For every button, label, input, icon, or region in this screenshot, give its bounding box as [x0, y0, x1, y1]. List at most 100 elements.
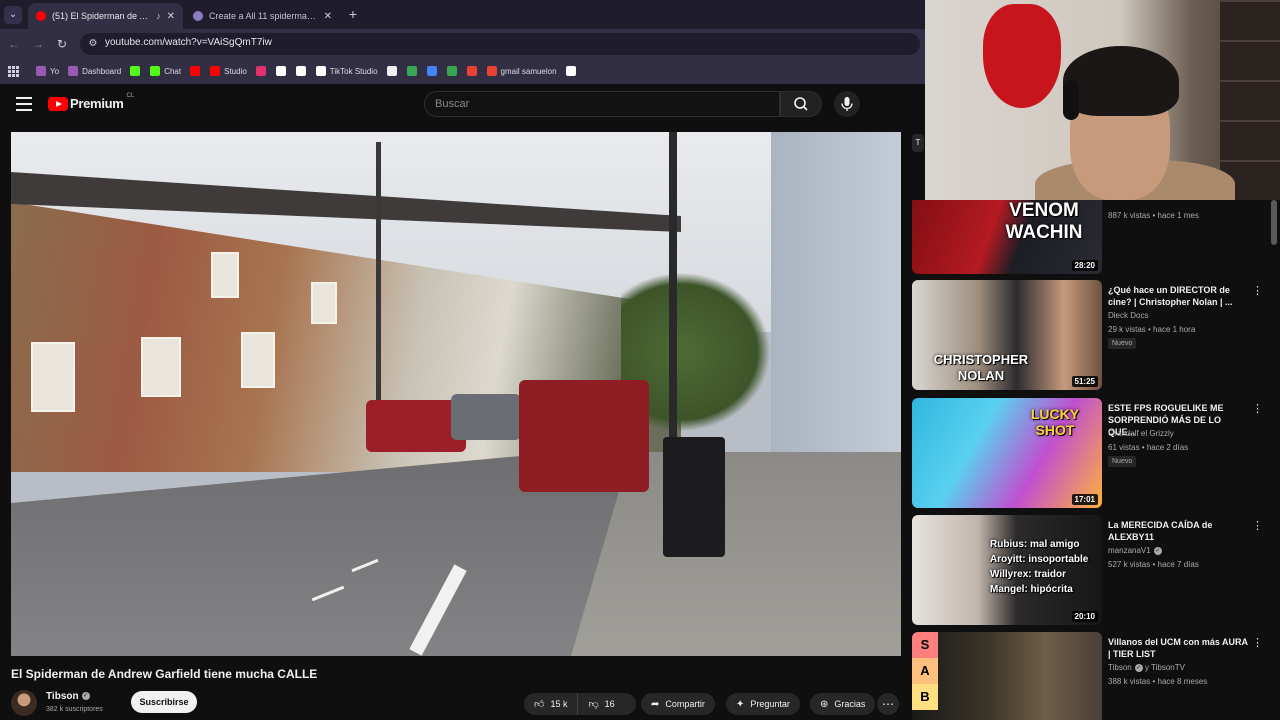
- menu-icon[interactable]: [16, 97, 32, 111]
- bookmark-item[interactable]: [295, 66, 310, 76]
- video-thumbnail[interactable]: S A B: [912, 632, 1102, 720]
- bookmark-item[interactable]: [386, 66, 401, 76]
- bookmark-favicon-icon: [315, 66, 326, 76]
- bookmark-favicon-icon: [406, 66, 417, 76]
- thumbnail-text: LUCKY SHOT: [1030, 406, 1080, 438]
- channel-name[interactable]: manzanaV1 ✓: [1108, 546, 1162, 555]
- bookmark-item[interactable]: [406, 66, 421, 76]
- more-options-icon[interactable]: ⋮: [1252, 519, 1263, 532]
- microphone-icon: [841, 97, 853, 111]
- dislike-button[interactable]: 👎︎ 16: [578, 693, 624, 715]
- thumbs-up-icon: 👍︎: [534, 699, 545, 710]
- video-thumbnail[interactable]: CHRISTOPHER NOLAN 51:25: [912, 280, 1102, 390]
- video-meta: 29 k vistas • hace 1 hora: [1108, 325, 1196, 334]
- avatar[interactable]: [11, 690, 37, 716]
- tab-search-button[interactable]: ⌄: [4, 6, 22, 24]
- sidebar-chip[interactable]: T: [912, 134, 924, 152]
- bookmark-favicon-icon: [446, 66, 457, 76]
- bookmark-item[interactable]: Studio: [210, 66, 247, 76]
- search-button[interactable]: [780, 91, 822, 117]
- thanks-button[interactable]: ⊛ Gracias: [810, 693, 876, 715]
- bookmark-item[interactable]: TikTok Studio: [315, 66, 378, 76]
- thumbs-down-icon: 👎︎: [588, 699, 599, 710]
- video-thumbnail[interactable]: Rubius: mal amigo Aroyitt: insoportable …: [912, 515, 1102, 625]
- browser-tab-bar: ⌄ (51) El Spiderman de Andrew ♪ ✕ Create…: [0, 0, 925, 29]
- more-options-icon[interactable]: ⋮: [1252, 284, 1263, 297]
- bookmark-item[interactable]: [446, 66, 461, 76]
- back-icon[interactable]: ←: [6, 36, 22, 52]
- verified-icon: ✓: [1153, 546, 1162, 555]
- bookmark-favicon-icon: [190, 66, 201, 76]
- webcam-overlay: [925, 0, 1280, 200]
- list-item[interactable]: S A B Villanos del UCM con más AURA | TI…: [912, 632, 1272, 720]
- tier-letter: B: [912, 684, 938, 710]
- video-title[interactable]: ¿Qué hace un DIRECTOR de cine? | Christo…: [1108, 284, 1248, 308]
- video-title[interactable]: La MERECIDA CAÍDA de ALEXBY11: [1108, 519, 1248, 543]
- thanks-icon: ⊛: [820, 698, 829, 710]
- bookmark-item[interactable]: Chat: [150, 66, 181, 76]
- list-item[interactable]: CHRISTOPHER NOLAN 51:25 ¿Qué hace un DIR…: [912, 280, 1272, 392]
- channel-name[interactable]: Tibson ✓ y TibsonTV: [1108, 663, 1185, 672]
- close-tab-icon[interactable]: ✕: [167, 11, 175, 22]
- channel-name[interactable]: Grandalf el Grizzly: [1108, 429, 1174, 438]
- video-title[interactable]: Villanos del UCM con más AURA | TIER LIS…: [1108, 636, 1248, 660]
- channel-name-text: Tibson: [1108, 663, 1132, 672]
- recommendations-sidebar: VENOM WACHIN 28:20 887 k vistas • hace 1…: [908, 200, 1280, 720]
- bookmark-favicon-icon: [150, 66, 161, 76]
- forward-icon[interactable]: →: [30, 36, 46, 52]
- sidebar-scrollbar[interactable]: [1271, 200, 1277, 245]
- video-frame-window: [31, 342, 75, 412]
- bookmark-item[interactable]: [426, 66, 441, 76]
- bookmark-item[interactable]: [275, 66, 290, 76]
- more-options-icon[interactable]: ⋮: [1252, 636, 1263, 649]
- voice-search-button[interactable]: [834, 91, 860, 117]
- bookmark-favicon-icon: [68, 66, 79, 76]
- bookmark-favicon-icon: [295, 66, 306, 76]
- list-item[interactable]: VENOM WACHIN 28:20 887 k vistas • hace 1…: [912, 200, 1272, 276]
- ask-label: Preguntar: [750, 699, 790, 709]
- new-tab-icon[interactable]: +: [345, 6, 361, 22]
- duration-badge: 28:20: [1071, 260, 1098, 271]
- reload-icon[interactable]: ↻: [54, 36, 70, 52]
- bookmark-item[interactable]: [190, 66, 204, 76]
- bookmark-favicon-icon: [466, 66, 477, 76]
- like-button[interactable]: 👍︎ 15 k: [524, 693, 579, 715]
- bookmark-item[interactable]: [466, 66, 481, 76]
- channel-name[interactable]: Dieck Docs: [1108, 311, 1148, 320]
- video-thumbnail[interactable]: VENOM WACHIN 28:20: [912, 200, 1102, 274]
- more-options-icon[interactable]: ⋮: [1252, 402, 1263, 415]
- bookmark-item[interactable]: [255, 66, 270, 76]
- apps-grid-icon[interactable]: [8, 66, 19, 77]
- ask-button[interactable]: ✦ Preguntar: [726, 693, 800, 715]
- search-icon: [794, 97, 808, 111]
- list-item[interactable]: Rubius: mal amigo Aroyitt: insoportable …: [912, 515, 1272, 627]
- dislike-count: 16: [604, 699, 615, 709]
- tab-create[interactable]: Create a All 11 spiderman mov ✕: [185, 3, 340, 29]
- video-player[interactable]: [11, 132, 901, 656]
- subscribe-button[interactable]: Suscribirse: [131, 691, 197, 713]
- bookmark-item[interactable]: [130, 66, 144, 76]
- channel-name[interactable]: Tibson ✓: [46, 691, 90, 702]
- video-thumbnail[interactable]: LUCKY SHOT 17:01: [912, 398, 1102, 508]
- bookmark-item[interactable]: Yo: [36, 66, 59, 76]
- tab-favicon-icon: [193, 11, 203, 21]
- bookmark-item[interactable]: Dashboard: [68, 66, 121, 76]
- list-item[interactable]: LUCKY SHOT 17:01 ESTE FPS ROGUELIKE ME S…: [912, 398, 1272, 510]
- thumbnail-line: Aroyitt: insoportable: [990, 554, 1089, 565]
- close-tab-icon[interactable]: ✕: [324, 11, 332, 22]
- search-input[interactable]: Buscar: [424, 91, 780, 117]
- site-info-icon[interactable]: ⚙: [86, 37, 100, 51]
- youtube-logo[interactable]: Premium CL: [48, 93, 134, 111]
- omnibox[interactable]: ⚙ youtube.com/watch?v=VAiSgQmT7iw: [80, 33, 920, 55]
- video-frame-window: [211, 252, 239, 298]
- bookmark-item[interactable]: [565, 66, 580, 76]
- speaker-icon[interactable]: ♪: [156, 11, 161, 21]
- more-actions-button[interactable]: ⋯: [877, 693, 899, 715]
- tab-youtube[interactable]: (51) El Spiderman de Andrew ♪ ✕: [28, 3, 183, 29]
- youtube-header: Premium CL Buscar: [0, 84, 925, 124]
- bookmark-item[interactable]: gmail samuelon: [486, 66, 557, 76]
- bookmark-label: gmail samuelon: [500, 66, 557, 76]
- share-button[interactable]: ➦ Compartir: [641, 693, 715, 715]
- share-icon: ➦: [651, 698, 660, 710]
- bookmark-favicon-icon: [275, 66, 286, 76]
